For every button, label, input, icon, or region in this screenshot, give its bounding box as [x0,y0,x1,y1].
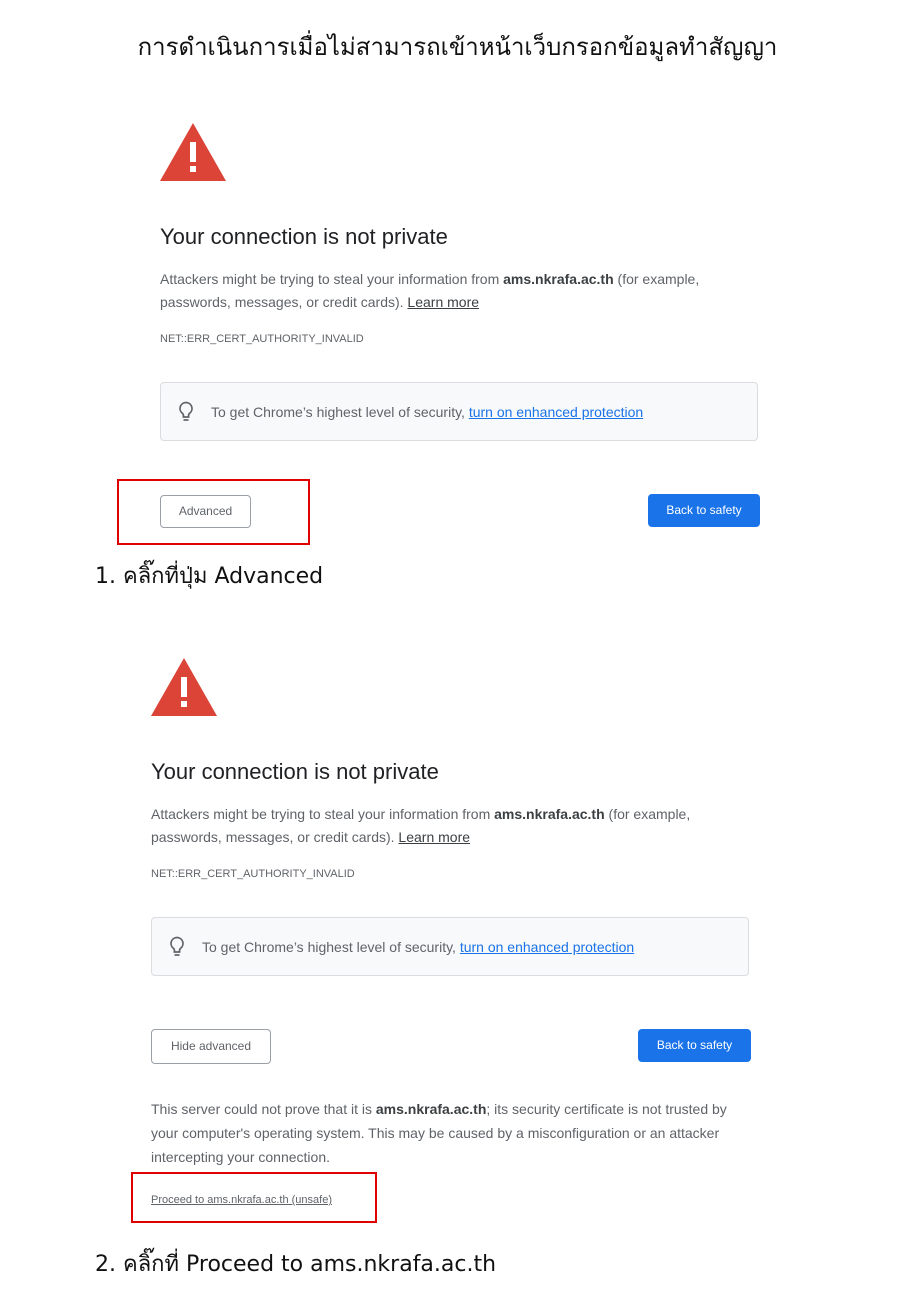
tip-text: To get Chrome’s highest level of securit… [211,402,643,422]
domain-name: ams.nkrafa.ac.th [375,1101,487,1117]
back-to-safety-button[interactable]: Back to safety [638,1029,751,1062]
lightbulb-icon [179,401,193,421]
page-title: การดำเนินการเมื่อไม่สามารถเข้าหน้าเว็บกร… [137,33,778,61]
error-code: NET::ERR_CERT_AUTHORITY_INVALID [160,333,364,345]
learn-more-link[interactable]: Learn more [407,294,479,310]
enhanced-protection-link[interactable]: turn on enhanced protection [460,939,634,955]
step1-caption: 1. คลิ๊กที่ปุ่ม Advanced [95,564,324,589]
annotation-highlight-proceed [131,1172,377,1223]
interstitial-heading: Your connection is not private [151,759,439,784]
interstitial-heading: Your connection is not private [160,224,448,249]
hide-advanced-button[interactable]: Hide advanced [151,1029,271,1064]
learn-more-link[interactable]: Learn more [398,829,470,845]
tip-text: To get Chrome’s highest level of securit… [202,937,634,957]
interstitial-description: Attackers might be trying to steal your … [160,268,760,314]
description-text: Attackers might be trying to steal your … [160,271,504,287]
domain-name: ams.nkrafa.ac.th [494,806,605,822]
enhanced-protection-link[interactable]: turn on enhanced protection [469,404,643,420]
back-to-safety-button[interactable]: Back to safety [648,494,760,527]
tip-label: To get Chrome’s highest level of securit… [211,404,469,420]
warning-triangle-icon [160,123,226,181]
interstitial-description: Attackers might be trying to steal your … [151,803,751,849]
domain-name: ams.nkrafa.ac.th [503,271,614,287]
error-code: NET::ERR_CERT_AUTHORITY_INVALID [151,868,355,880]
step2-caption: 2. คลิ๊กที่ Proceed to ams.nkrafa.ac.th [95,1252,497,1277]
lightbulb-icon [170,936,184,956]
enhanced-protection-tip: To get Chrome’s highest level of securit… [160,382,758,441]
enhanced-protection-tip: To get Chrome’s highest level of securit… [151,917,749,976]
warning-triangle-icon [151,658,217,716]
certificate-details: This server could not prove that it is a… [151,1097,751,1169]
annotation-highlight-advanced [117,479,310,545]
description-text: Attackers might be trying to steal your … [151,806,495,822]
tip-label: To get Chrome’s highest level of securit… [202,939,460,955]
details-text: This server could not prove that it is [151,1101,376,1117]
